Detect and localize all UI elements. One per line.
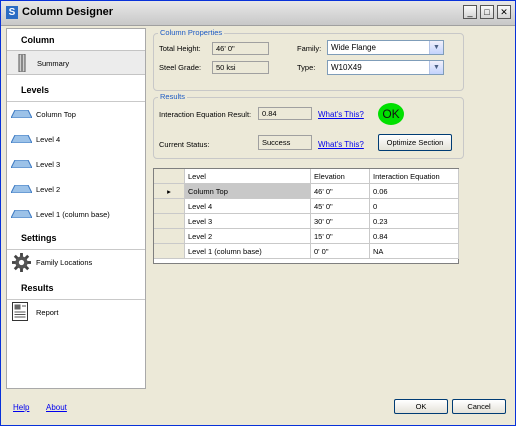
level-icon [11,135,32,143]
chevron-down-icon[interactable]: ▼ [429,41,443,54]
table-cell-interaction[interactable]: 0 [370,199,459,214]
table-cell-level[interactable]: Column Top [185,184,311,199]
row-selector[interactable] [154,199,185,214]
level-icon [11,110,32,118]
levels-table: Level Elevation Interaction Equation ▸ C… [153,168,459,264]
column-icon [18,54,26,72]
steel-grade-value: 50 ksi [212,61,269,74]
group-label: Results [158,92,188,101]
type-select[interactable]: W10X49 ▼ [327,60,444,75]
ok-button[interactable]: OK [394,399,448,414]
about-link[interactable]: About [46,403,67,412]
table-cell-interaction[interactable]: NA [370,244,459,259]
maximize-button[interactable]: □ [480,5,494,19]
navigation-pane: Column Summary Levels Column Top Level 4… [6,28,146,389]
type-value: W10X49 [331,63,362,72]
nav-item-label: Level 3 [36,160,61,169]
table-cell-level[interactable]: Level 1 (column base) [185,244,311,259]
table-cell-elevation[interactable]: 45' 0" [311,199,370,214]
table-corner [154,169,185,184]
nav-item-summary[interactable]: Summary [7,50,145,75]
table-cell-elevation[interactable]: 15' 0" [311,229,370,244]
column-header-elevation[interactable]: Elevation [311,169,370,184]
row-selector[interactable]: ▸ [154,184,185,199]
nav-item-report[interactable]: Report [7,300,145,325]
app-icon: S [6,6,18,19]
nav-item-label: Report [36,308,59,317]
section-header-column: Column [21,35,55,45]
close-button[interactable]: ✕ [497,5,511,19]
table-cell-interaction[interactable]: 0.84 [370,229,459,244]
whats-this-link-result[interactable]: What's This? [318,110,364,119]
column-header-interaction[interactable]: Interaction Equation [370,169,459,184]
section-header-levels: Levels [21,85,50,95]
total-height-value: 46' 0" [212,42,269,55]
chevron-down-icon[interactable]: ▼ [429,61,443,74]
interaction-result-value: 0.84 [258,107,312,120]
nav-item-family-locations[interactable]: Family Locations [7,250,145,275]
row-selector[interactable] [154,229,185,244]
current-status-label: Current Status: [159,140,210,149]
whats-this-link-status[interactable]: What's This? [318,140,364,149]
family-label: Family: [297,44,322,53]
column-header-level[interactable]: Level [185,169,311,184]
ok-status-indicator: OK [378,103,404,125]
total-height-label: Total Height: [159,44,201,53]
table-cell-elevation[interactable]: 0' 0" [311,244,370,259]
table-cell-level[interactable]: Level 2 [185,229,311,244]
steel-grade-label: Steel Grade: [159,63,202,72]
table-cell-interaction[interactable]: 0.23 [370,214,459,229]
minimize-button[interactable]: _ [463,5,477,19]
table-cell-level[interactable]: Level 4 [185,199,311,214]
optimize-section-button[interactable]: Optimize Section [378,134,452,151]
family-select[interactable]: Wide Flange ▼ [327,40,444,55]
section-header-settings: Settings [21,233,57,243]
nav-item-column-top[interactable]: Column Top [7,102,145,127]
section-header-results: Results [21,283,54,293]
family-value: Wide Flange [331,43,376,52]
nav-item-level-3[interactable]: Level 3 [7,152,145,177]
nav-item-label: Family Locations [36,258,93,267]
title-bar[interactable]: S Column Designer _ □ ✕ [1,1,515,26]
row-selector[interactable] [154,214,185,229]
nav-item-label: Summary [37,59,70,68]
table-cell-elevation[interactable]: 30' 0" [311,214,370,229]
gear-icon [12,253,31,272]
table-cell-interaction[interactable]: 0.06 [370,184,459,199]
table-cell-elevation[interactable]: 46' 0" [311,184,370,199]
level-icon [11,185,32,193]
interaction-result-label: Interaction Equation Result: [159,110,252,119]
group-label: Column Properties [158,28,225,37]
current-status-value: Success [258,135,312,150]
row-selector[interactable] [154,244,185,259]
help-link[interactable]: Help [13,403,29,412]
cancel-button[interactable]: Cancel [452,399,506,414]
level-icon [11,160,32,168]
window-title: Column Designer [22,6,114,18]
type-label: Type: [297,63,316,72]
nav-item-level-2[interactable]: Level 2 [7,177,145,202]
level-icon [11,210,32,218]
nav-item-label: Level 4 [36,135,61,144]
nav-item-label: Level 2 [36,185,61,194]
table-cell-level[interactable]: Level 3 [185,214,311,229]
report-icon [12,302,28,321]
nav-item-label: Level 1 (column base) [36,210,110,219]
nav-item-level-4[interactable]: Level 4 [7,127,145,152]
nav-item-level-1[interactable]: Level 1 (column base) [7,202,145,227]
nav-item-label: Column Top [36,110,76,119]
column-designer-window: S Column Designer _ □ ✕ Column Summary L… [0,0,516,426]
